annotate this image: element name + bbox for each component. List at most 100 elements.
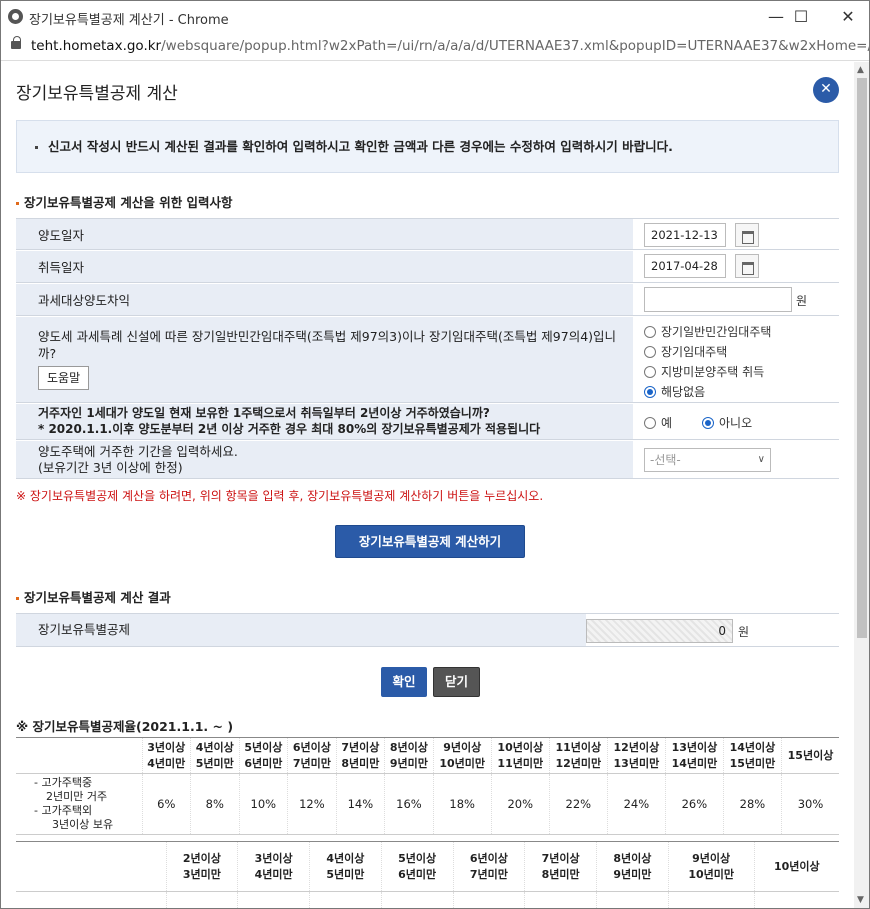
row-label-cell	[16, 892, 166, 909]
scrollbar-thumb[interactable]	[857, 78, 867, 638]
period-header-line: 5년미만	[326, 867, 365, 881]
corner-cell	[16, 841, 166, 892]
period-header-line: 8년미만	[341, 756, 380, 770]
rate-cell: 22%	[548, 773, 608, 835]
residence-row: 거주자인 1세대가 양도일 현재 보유한 1주택으로서 취득일부터 2년이상 거…	[16, 404, 839, 440]
chevron-down-icon: ∨	[757, 454, 765, 465]
result-label: 장기보유특별공제	[16, 614, 586, 646]
rate-cell	[165, 891, 238, 908]
result-value: 0	[586, 619, 733, 643]
residence-question: 거주자인 1세대가 양도일 현재 보유한 1주택으로서 취득일부터 2년이상 거…	[38, 406, 490, 420]
period-header-line: 9년이상	[443, 740, 482, 754]
period-header-line: 6년미만	[398, 867, 437, 881]
radio-circle[interactable]	[644, 326, 656, 338]
period-header-line: 11년미만	[497, 756, 544, 770]
transfer-date-cell: 2021-12-13	[634, 219, 839, 249]
residence-options: 예 아니오	[634, 404, 839, 439]
acquire-date-input[interactable]: 2017-04-28	[644, 254, 726, 278]
popup-close-button[interactable]: ✕	[813, 77, 839, 103]
period-header-line: 8년이상	[389, 740, 428, 754]
maximize-button[interactable]: ☐	[778, 5, 824, 29]
rate-cell	[237, 891, 310, 908]
window-close-button[interactable]: ✕	[825, 5, 869, 29]
period-header: 9년이상 10년미만	[432, 737, 492, 774]
transfer-date-label: 양도일자	[16, 219, 633, 249]
residence-note: * 2020.1.1.이후 양도분부터 2년 이상 거주한 경우 최대 80%의…	[38, 422, 541, 436]
period-header-line: 13년이상	[671, 740, 718, 754]
confirm-button[interactable]: 확인	[381, 667, 427, 697]
radio-long-term-rental[interactable]: 장기임대주택	[644, 343, 727, 360]
corner-cell	[16, 737, 142, 774]
transfer-date-input[interactable]: 2021-12-13	[644, 223, 726, 247]
radio-circle-selected[interactable]	[702, 417, 714, 429]
gain-input[interactable]	[644, 287, 792, 312]
period-header-line: 12년이상	[613, 740, 660, 754]
popup-content: 장기보유특별공제 계산 ✕ 신고서 작성시 반드시 계산된 결과를 확인하여 입…	[1, 62, 854, 908]
scroll-down-icon[interactable]: ▼	[857, 895, 864, 905]
calendar-icon[interactable]	[735, 254, 759, 278]
period-header: 5년이상 6년미만	[238, 737, 288, 774]
help-button[interactable]: 도움말	[38, 366, 90, 390]
period-header-line: 14년미만	[671, 756, 718, 770]
rate-table-1-row: - 고가주택중 2년미만 거주 - 고가주택외 3년이상 보유 6% 8% 10% 1…	[16, 773, 839, 835]
period-header: 15년이상	[780, 737, 839, 774]
acquire-date-row: 취득일자 2017-04-28	[16, 251, 839, 283]
period-header-line: 4년이상	[326, 851, 365, 865]
radio-circle[interactable]	[644, 346, 656, 358]
period-header: 14년이상 15년미만	[722, 737, 782, 774]
period-header: 9년이상 10년미만	[667, 841, 755, 892]
period-header-line: 6년이상	[469, 851, 508, 865]
rate-cell: 18%	[432, 773, 492, 835]
vertical-scrollbar[interactable]: ▲ ▼	[854, 62, 869, 908]
rate-table-1-header: 3년이상 4년미만 4년이상 5년미만 5년이상 6년미만 6년이상 7년미만 7년이상 8년미만…	[16, 737, 839, 774]
period-header-line: 7년미만	[292, 756, 331, 770]
radio-circle-selected[interactable]	[644, 386, 656, 398]
radio-long-term-private-rental[interactable]: 장기일반민간임대주택	[644, 323, 771, 340]
period-header: 10년이상 11년미만	[490, 737, 550, 774]
close-button[interactable]: 닫기	[433, 667, 480, 697]
gain-unit: 원	[796, 294, 808, 308]
radio-no[interactable]: 아니오	[702, 414, 752, 431]
radio-circle[interactable]	[644, 417, 656, 429]
row-label-line: - 고가주택외	[34, 804, 93, 817]
period-header-line: 5년미만	[195, 756, 234, 770]
period-header-line: 10년이상	[773, 859, 820, 873]
period-header-line: 2년이상	[182, 851, 221, 865]
scroll-up-icon[interactable]: ▲	[857, 65, 864, 75]
period-row: 양도주택에 거주한 기간을 입력하세요. (보유기간 3년 이상에 한정) -선…	[16, 441, 839, 479]
rental-row: 양도세 과세특례 신설에 따른 장기일반민간임대주택(조특법 제97의3)이나 …	[16, 317, 839, 403]
period-header-line: 10년미만	[439, 756, 486, 770]
period-header-line: 6년이상	[292, 740, 331, 754]
radio-not-applicable[interactable]: 해당없음	[644, 383, 705, 400]
rate-cell	[380, 891, 453, 908]
calculate-button[interactable]: 장기보유특별공제 계산하기	[335, 525, 525, 558]
radio-circle[interactable]	[644, 366, 656, 378]
gain-label: 과세대상양도차익	[16, 284, 633, 315]
address-bar[interactable]: teht.hometax.go.kr/websquare/popup.html?…	[1, 33, 869, 61]
page-title: 장기보유특별공제 계산	[16, 84, 178, 104]
period-header-line: 8년미만	[541, 867, 580, 881]
rate-cell: 26%	[664, 773, 724, 835]
rate-table-title: ※ 장기보유특별공제율(2021.1.1. ~ )	[16, 719, 234, 734]
period-select[interactable]: -선택- ∨	[644, 448, 771, 472]
acquire-date-label: 취득일자	[16, 251, 633, 282]
period-header-line: 6년미만	[244, 756, 283, 770]
period-header: 13년이상 14년미만	[664, 737, 724, 774]
radio-local-unsold-house[interactable]: 지방미분양주택 취득	[644, 363, 764, 380]
period-header-line: 3년이상	[147, 740, 186, 754]
period-header-line: 7년미만	[469, 867, 508, 881]
rate-cell: 16%	[384, 773, 434, 835]
result-section-title: 장기보유특별공제 계산 결과	[16, 587, 171, 606]
url-text[interactable]: teht.hometax.go.kr/websquare/popup.html?…	[31, 38, 869, 54]
rate-table-1: 3년이상 4년미만 4년이상 5년미만 5년이상 6년미만 6년이상 7년미만 7년이상 8년미만…	[16, 737, 839, 835]
title-bar: 장기보유특별공제 계산기 - Chrome — ☐ ✕	[1, 1, 869, 33]
period-header-line: 10년미만	[688, 867, 734, 881]
rate-cell: 24%	[606, 773, 666, 835]
period-header: 8년이상 9년미만	[384, 737, 434, 774]
period-header: 10년이상	[753, 841, 839, 892]
radio-yes[interactable]: 예	[644, 414, 672, 431]
period-note: (보유기간 3년 이상에 한정)	[38, 460, 183, 475]
period-header: 7년이상 8년미만	[335, 737, 385, 774]
row-label-cell: - 고가주택중 2년미만 거주 - 고가주택외 3년이상 보유	[16, 773, 142, 835]
calendar-icon[interactable]	[735, 223, 759, 247]
